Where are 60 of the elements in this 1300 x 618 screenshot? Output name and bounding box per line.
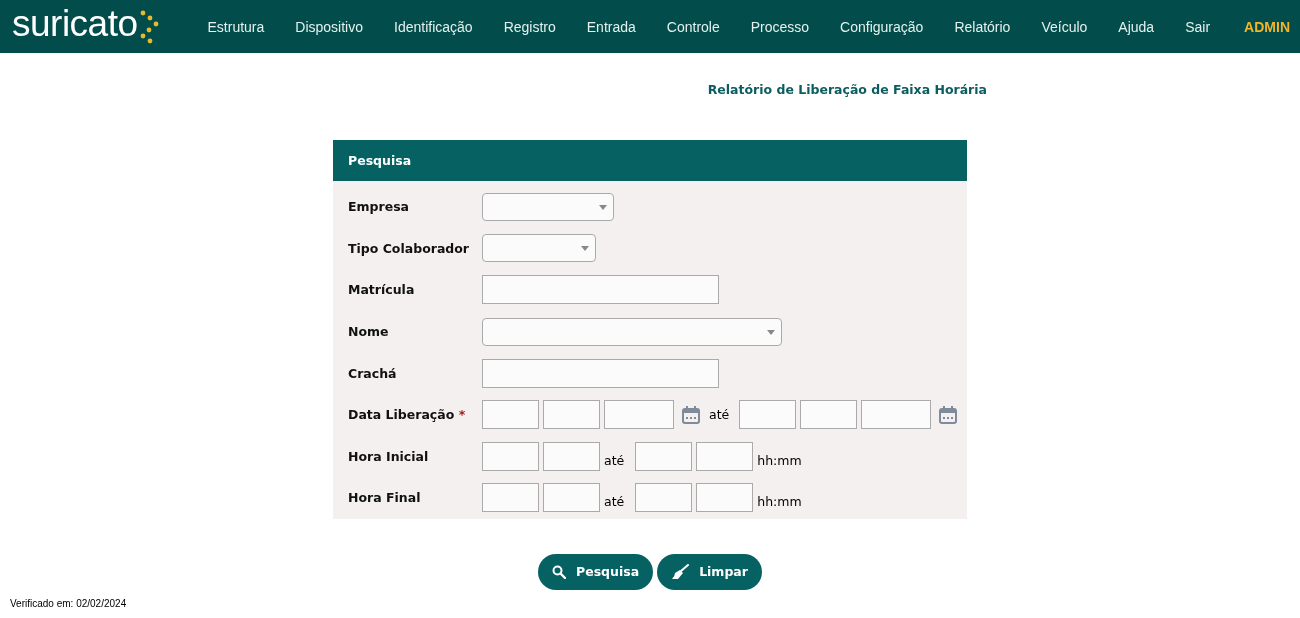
- search-icon: [552, 564, 567, 579]
- menu-item[interactable]: Relatório: [938, 18, 1026, 35]
- menu-item[interactable]: Entrada: [571, 18, 652, 35]
- day-field[interactable]: [482, 400, 539, 430]
- input-field[interactable]: [482, 358, 719, 388]
- menu-item[interactable]: Ajuda: [1102, 18, 1170, 35]
- menu-item[interactable]: Veículo: [1025, 18, 1103, 35]
- menu-item[interactable]: Processo: [735, 18, 825, 35]
- month-field[interactable]: [543, 400, 600, 430]
- clear-button[interactable]: Limpar: [657, 553, 762, 590]
- search-button[interactable]: Pesquisa: [538, 553, 654, 590]
- user-name: ADMIN: [1244, 18, 1290, 35]
- caret-icon: [581, 246, 589, 252]
- broom-icon: [671, 563, 690, 580]
- minute-field[interactable]: [696, 483, 754, 513]
- hour-field[interactable]: [635, 441, 693, 471]
- dots-icon: [138, 9, 159, 44]
- field-label: Data Liberação *: [347, 407, 467, 423]
- field-label: Matrícula: [347, 282, 416, 298]
- hour-field[interactable]: [482, 483, 539, 513]
- menu-item[interactable]: Dispositivo: [279, 18, 379, 35]
- minute-field[interactable]: [543, 441, 600, 471]
- range-separator: até: [709, 407, 730, 423]
- field-label: Hora Final: [347, 490, 422, 506]
- caret-icon: [599, 204, 607, 210]
- panel-header: Pesquisa: [333, 140, 967, 181]
- format-hint: hh:mm: [757, 452, 802, 468]
- required-mark: *: [458, 407, 466, 423]
- calendar-icon[interactable]: [938, 404, 959, 425]
- menu-item[interactable]: Estrutura: [192, 18, 280, 35]
- caret-icon: [767, 329, 775, 335]
- field-label: Hora Inicial: [347, 448, 430, 464]
- hour-field[interactable]: [482, 441, 539, 471]
- format-hint: hh:mm: [757, 494, 802, 510]
- calendar-icon[interactable]: [681, 404, 701, 425]
- menu-item[interactable]: Controle: [651, 18, 736, 35]
- menu-item[interactable]: Registro: [488, 18, 572, 35]
- menu-item[interactable]: Sair: [1169, 18, 1226, 35]
- minute-field[interactable]: [543, 483, 600, 513]
- field-label: Tipo Colaborador: [347, 240, 470, 256]
- dropdown[interactable]: [482, 192, 614, 221]
- day-field[interactable]: [739, 400, 797, 430]
- year-field[interactable]: [861, 400, 932, 430]
- menu-item[interactable]: Configuração: [824, 18, 939, 35]
- field-label: Nome: [347, 324, 390, 340]
- dropdown[interactable]: [482, 234, 596, 263]
- input-field[interactable]: [482, 275, 719, 305]
- year-field[interactable]: [604, 400, 674, 430]
- field-label: Empresa: [347, 199, 411, 215]
- dropdown[interactable]: [482, 317, 782, 346]
- month-field[interactable]: [800, 400, 858, 430]
- logo-text: suricato: [12, 3, 138, 44]
- page-title: Relatório de Liberação de Faixa Horária: [707, 82, 987, 97]
- menu-item[interactable]: Identificação: [378, 18, 489, 35]
- minute-field[interactable]: [696, 441, 754, 471]
- verification-date: Verificado em: 02/02/2024: [10, 598, 127, 609]
- range-separator: até: [604, 494, 625, 510]
- hour-field[interactable]: [635, 483, 693, 513]
- field-label: Crachá: [347, 365, 398, 381]
- range-separator: até: [604, 452, 625, 468]
